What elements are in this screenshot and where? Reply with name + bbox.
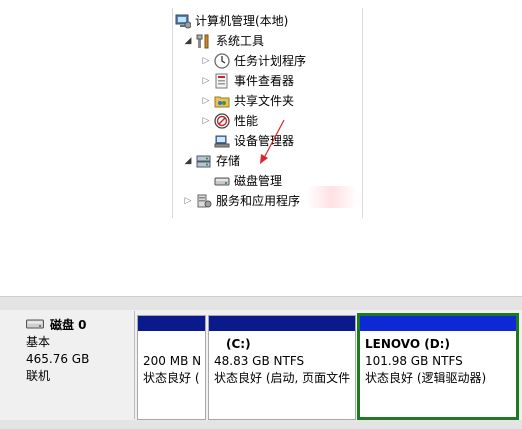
disk-name-label: 磁盘 0 [50, 318, 87, 332]
tree-label-event-viewer: 事件查看器 [234, 74, 295, 88]
tree-item-services-apps[interactable]: ▷ 服务和应用程序 [183, 191, 300, 210]
tree-item-shared-folders[interactable]: ▷ 共享文件夹 [201, 91, 294, 110]
expanded-arrow-icon[interactable]: ◢ [183, 36, 193, 46]
tree-label-shared-folders: 共享文件夹 [234, 94, 295, 108]
tree-label-services-apps: 服务和应用程序 [216, 194, 301, 208]
disk-0-info[interactable]: 磁盘 0 基本 465.76 GB 联机 [20, 311, 135, 419]
disk-type: 基本 [26, 335, 51, 349]
collapsed-arrow-icon[interactable]: ▷ [183, 196, 193, 206]
disk-view-top-edge [0, 296, 522, 310]
hard-disk-icon [26, 318, 44, 334]
computer-management-icon [175, 13, 192, 29]
partition-title: LENOVO (D:) [365, 337, 450, 351]
disk-size: 465.76 GB [26, 352, 90, 366]
tree-label-root: 计算机管理(本地) [195, 14, 289, 28]
tree-label-task-scheduler: 任务计划程序 [234, 54, 307, 68]
tree-item-system-tools[interactable]: ◢ 系统工具 [183, 31, 264, 50]
disk-status: 联机 [26, 369, 51, 383]
tree-item-task-scheduler[interactable]: ▷ 任务计划程序 [201, 51, 306, 70]
partition-size: 48.83 GB NTFS [214, 354, 305, 368]
primary-partition-bar [209, 316, 355, 331]
logical-partition-bar [360, 316, 516, 331]
primary-partition-bar [138, 316, 205, 331]
partition-d-selected[interactable]: LENOVO (D:) 101.98 GB NTFS 状态良好 (逻辑驱动器) [357, 313, 519, 420]
tree-label-system-tools: 系统工具 [216, 34, 265, 48]
partition-size: 200 MB N [143, 354, 202, 368]
event-viewer-icon [214, 73, 230, 89]
disk-view-bottom-edge [0, 420, 522, 429]
collapsed-arrow-icon[interactable]: ▷ [201, 116, 211, 126]
partition-size: 101.98 GB NTFS [365, 354, 463, 368]
tools-icon [196, 33, 212, 49]
partition-c[interactable]: (C:) 48.83 GB NTFS 状态良好 (启动, 页面文件 [208, 315, 356, 420]
device-manager-icon [214, 133, 230, 149]
storage-icon [196, 153, 212, 169]
partition-status: 状态良好 (逻辑驱动器) [365, 371, 487, 385]
partition-title [143, 336, 200, 353]
disk-management-icon [214, 173, 230, 189]
expanded-arrow-icon[interactable]: ◢ [183, 156, 193, 166]
partition-status: 状态良好 (启动, 页面文件 [214, 371, 351, 385]
tree-item-disk-management[interactable]: 磁盘管理 [214, 171, 282, 190]
tree-label-disk-management: 磁盘管理 [234, 174, 283, 188]
tree-item-computer-management[interactable]: 计算机管理(本地) [175, 11, 288, 30]
collapsed-arrow-icon[interactable]: ▷ [201, 56, 211, 66]
partition-title: (C:) [226, 337, 251, 351]
collapsed-arrow-icon[interactable]: ▷ [201, 96, 211, 106]
shared-folder-icon [214, 93, 230, 109]
tree-item-storage[interactable]: ◢ 存储 [183, 151, 240, 170]
services-icon [196, 193, 212, 209]
tree-item-event-viewer[interactable]: ▷ 事件查看器 [201, 71, 294, 90]
disk-name: 磁盘 0 [26, 317, 134, 334]
tree-label-storage: 存储 [216, 154, 241, 168]
collapsed-arrow-icon[interactable]: ▷ [201, 76, 211, 86]
partition-system-reserved[interactable]: 200 MB N 状态良好 ( [137, 315, 206, 420]
annotation-arrow-icon [260, 119, 285, 164]
clock-icon [214, 52, 230, 69]
blurred-watermark [306, 186, 358, 208]
performance-icon [214, 112, 230, 129]
partition-status: 状态良好 ( [143, 371, 200, 385]
